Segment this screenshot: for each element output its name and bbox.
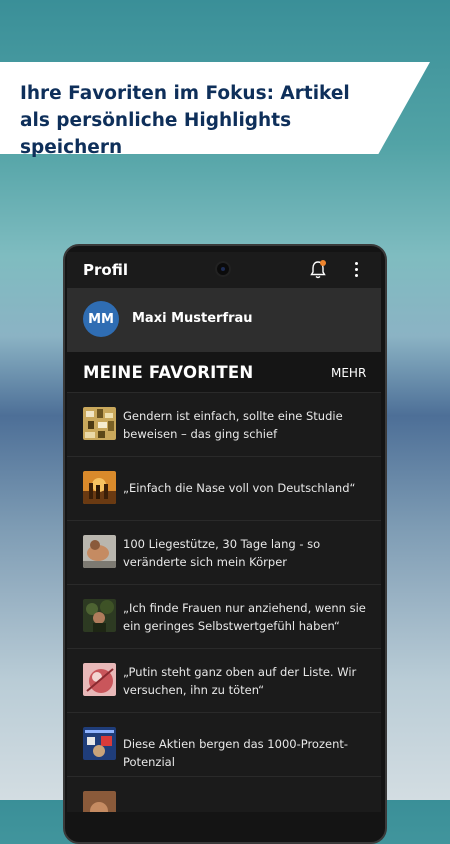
list-item[interactable]: „Einfach die Nase voll von Deutschland“ [67, 456, 381, 520]
article-thumbnail [83, 663, 116, 696]
promo-headline: Ihre Favoriten im Fokus: Artikel als per… [20, 83, 350, 158]
article-title: Diese Aktien bergen das 1000-Prozent-Pot… [123, 737, 349, 769]
favorites-header: MEINE FAVORITEN MEHR [67, 352, 381, 392]
avatar: MM [83, 301, 119, 337]
favorites-list: Gendern ist einfach, sollte eine Studie … [67, 392, 381, 812]
profile-header[interactable]: MM Maxi Musterfrau [67, 288, 381, 352]
article-title: „Putin steht ganz oben auf der Liste. Wi… [123, 665, 357, 697]
article-title: Gendern ist einfach, sollte eine Studie … [123, 409, 343, 441]
app-bar: Profil [67, 252, 381, 288]
list-item[interactable]: Gendern ist einfach, sollte eine Studie … [67, 392, 381, 456]
more-vertical-icon[interactable] [351, 262, 361, 280]
article-thumbnail [83, 599, 116, 632]
list-item[interactable]: „Ich finde Frauen nur anziehend, wenn si… [67, 584, 381, 648]
app-screen: Profil MM Maxi Musterfrau MEINE FAVORITE… [67, 252, 381, 812]
list-item[interactable] [67, 776, 381, 812]
article-thumbnail [83, 407, 116, 440]
list-item[interactable]: „Putin steht ganz oben auf der Liste. Wi… [67, 648, 381, 712]
profile-name: Maxi Musterfrau [132, 311, 253, 326]
notification-dot [320, 260, 326, 266]
favorites-title: MEINE FAVORITEN [83, 363, 254, 382]
article-title: 100 Liegestütze, 30 Tage lang - so verän… [123, 537, 321, 569]
front-camera [217, 263, 229, 275]
list-item[interactable]: Diese Aktien bergen das 1000-Prozent-Pot… [67, 712, 381, 776]
page-title: Profil [83, 261, 128, 279]
article-title: „Einfach die Nase voll von Deutschland“ [123, 481, 356, 495]
article-thumbnail [83, 471, 116, 504]
more-link[interactable]: MEHR [331, 366, 366, 380]
article-title: „Ich finde Frauen nur anziehend, wenn si… [123, 601, 366, 633]
article-thumbnail [83, 727, 116, 760]
article-thumbnail [83, 791, 116, 812]
list-item[interactable]: 100 Liegestütze, 30 Tage lang - so verän… [67, 520, 381, 584]
article-thumbnail [83, 535, 116, 568]
